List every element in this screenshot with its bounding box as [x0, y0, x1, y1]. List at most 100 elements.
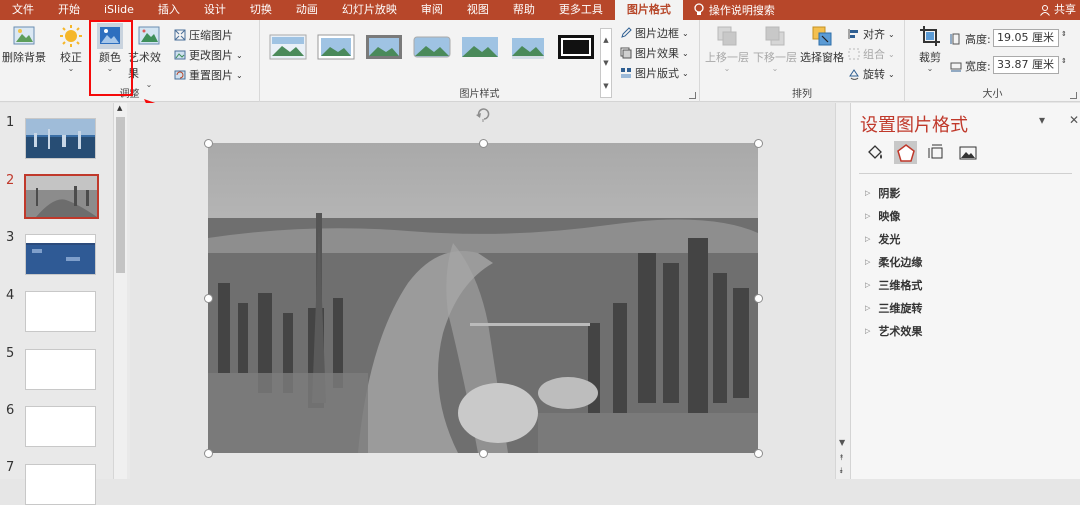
- rotate-button[interactable]: 旋转 ⌄: [848, 66, 895, 82]
- picture-style-6[interactable]: [508, 32, 548, 62]
- picture-style-4[interactable]: [412, 32, 452, 62]
- picture-tab[interactable]: [956, 141, 979, 164]
- change-picture-button[interactable]: 更改图片 ⌄: [174, 47, 243, 63]
- slide-canvas[interactable]: [130, 103, 835, 479]
- tab-file[interactable]: 文件: [0, 0, 46, 20]
- rotate-handle-icon[interactable]: [475, 106, 491, 122]
- resize-handle-se[interactable]: [754, 449, 763, 458]
- height-spinner[interactable]: ⇕: [1061, 30, 1067, 38]
- slide-thumbnail-1[interactable]: [25, 118, 96, 159]
- 3d-format-section[interactable]: ▷ 三维格式: [865, 277, 922, 293]
- tab-review[interactable]: 审阅: [409, 0, 455, 20]
- picture-layout-button[interactable]: 图片版式 ⌄: [620, 65, 689, 81]
- close-icon[interactable]: ✕: [1069, 113, 1079, 127]
- tab-picture-format[interactable]: 图片格式: [614, 0, 683, 20]
- 3d-rotation-section[interactable]: ▷ 三维旋转: [865, 300, 922, 316]
- picture-layout-icon: [621, 68, 631, 78]
- group-button[interactable]: 组合 ⌄: [848, 46, 895, 62]
- picture-style-5[interactable]: [460, 32, 500, 62]
- reset-picture-button[interactable]: 重置图片 ⌄: [174, 67, 243, 83]
- shadow-section[interactable]: ▷ 阴影: [865, 185, 900, 201]
- picture-styles-group-label: 图片样式: [459, 89, 500, 100]
- width-spinner[interactable]: ⇕: [1061, 57, 1067, 65]
- size-properties-tab[interactable]: [925, 141, 948, 164]
- size-dialog-launcher[interactable]: [1070, 92, 1077, 99]
- color-highlight-box: [89, 20, 133, 96]
- picture-style-7[interactable]: [556, 32, 596, 62]
- glow-section[interactable]: ▷ 发光: [865, 231, 900, 247]
- align-button[interactable]: 对齐 ⌄: [848, 26, 895, 42]
- width-icon: [950, 62, 962, 72]
- format-picture-pane: 设置图片格式 ▾ ✕ ▷ 阴影 ▷ 映像 ▷ 发光 ▷ 柔化边缘 ▷ 三维格式 ▷ 三维旋转…: [850, 103, 1080, 479]
- resize-handle-s[interactable]: [479, 449, 488, 458]
- compress-pictures-button[interactable]: 压缩图片: [174, 27, 233, 43]
- tab-help[interactable]: 帮助: [501, 0, 547, 20]
- tab-slideshow[interactable]: 幻灯片放映: [330, 0, 409, 20]
- picture-style-3[interactable]: [364, 32, 404, 62]
- scroll-down-icon[interactable]: ▼: [839, 438, 845, 447]
- picture-styles-dialog-launcher[interactable]: [689, 92, 696, 99]
- remove-background-button[interactable]: 删除背景: [2, 23, 46, 65]
- slide-number: 7: [6, 460, 15, 475]
- resize-handle-e[interactable]: [754, 294, 763, 303]
- picture-style-1[interactable]: [268, 32, 308, 62]
- tab-islide[interactable]: iSlide: [92, 0, 146, 20]
- tab-home[interactable]: 开始: [46, 0, 92, 20]
- slide-thumbnail-6[interactable]: [25, 406, 96, 447]
- next-slide-icon[interactable]: ⯯: [839, 466, 844, 476]
- slide-thumbnail-7[interactable]: [25, 464, 96, 505]
- effects-tab[interactable]: [894, 141, 917, 164]
- soft-edges-section[interactable]: ▷ 柔化边缘: [865, 254, 922, 270]
- send-backward-button[interactable]: 下移一层 ⌄: [752, 23, 798, 73]
- tab-design[interactable]: 设计: [192, 0, 238, 20]
- share-button[interactable]: 共享: [1039, 0, 1076, 20]
- pane-options-icon[interactable]: ▾: [1039, 113, 1045, 127]
- pentagon-icon: [896, 143, 915, 162]
- slide-thumbnail-5[interactable]: [25, 349, 96, 390]
- fill-line-tab[interactable]: [863, 141, 886, 164]
- resize-handle-sw[interactable]: [204, 449, 213, 458]
- corrections-button[interactable]: 校正 ⌄: [54, 23, 88, 73]
- canvas-scrollbar[interactable]: ▼ ⯭ ⯯: [835, 103, 850, 479]
- expand-icon: ▷: [865, 212, 871, 220]
- artistic-effects-button[interactable]: 艺术效果 ⌄: [128, 23, 170, 89]
- city-photo[interactable]: [208, 143, 758, 453]
- glow-label: 发光: [878, 233, 901, 246]
- resize-handle-w[interactable]: [204, 294, 213, 303]
- bring-forward-button[interactable]: 上移一层 ⌄: [704, 23, 750, 73]
- height-input[interactable]: 19.05 厘米: [993, 29, 1059, 47]
- slide-thumbnail-2[interactable]: [24, 174, 99, 219]
- scrollbar-thumb[interactable]: [116, 117, 125, 273]
- artistic-effects-section[interactable]: ▷ 艺术效果: [865, 323, 922, 339]
- tab-more-tools[interactable]: 更多工具: [547, 0, 615, 20]
- tab-insert[interactable]: 插入: [146, 0, 192, 20]
- chevron-down-icon: ⌄: [888, 29, 895, 39]
- slide-thumbnail-3[interactable]: [25, 234, 96, 275]
- resize-handle-n[interactable]: [479, 139, 488, 148]
- selection-pane-button[interactable]: 选择窗格: [799, 23, 845, 65]
- crop-button[interactable]: 裁剪 ⌄: [913, 23, 947, 73]
- scroll-up-icon[interactable]: ▲: [117, 104, 122, 112]
- pencil-icon: [621, 27, 632, 38]
- width-input[interactable]: 33.87 厘米: [993, 56, 1059, 74]
- thumbnail-scrollbar[interactable]: ▲: [113, 103, 127, 479]
- tab-view[interactable]: 视图: [455, 0, 501, 20]
- previous-slide-icon[interactable]: ⯭: [839, 453, 844, 463]
- reflection-section[interactable]: ▷ 映像: [865, 208, 900, 224]
- picture-style-2[interactable]: [316, 32, 356, 62]
- tab-transitions[interactable]: 切换: [238, 0, 284, 20]
- resize-handle-ne[interactable]: [754, 139, 763, 148]
- picture-effects-button[interactable]: 图片效果 ⌄: [620, 45, 689, 61]
- share-label: 共享: [1054, 3, 1076, 16]
- tab-animations[interactable]: 动画: [284, 0, 330, 20]
- scroll-up-icon[interactable]: ▲: [603, 36, 608, 44]
- slide-thumbnail-4[interactable]: [25, 291, 96, 332]
- artistic-effects-label: 艺术效果: [128, 51, 161, 80]
- paint-bucket-icon: [867, 144, 882, 159]
- picture-border-button[interactable]: 图片边框 ⌄: [620, 25, 689, 41]
- chevron-down-icon: ⌄: [682, 48, 689, 58]
- scroll-down-icon[interactable]: ▼: [603, 59, 608, 67]
- tell-me-search[interactable]: 操作说明搜索: [693, 2, 775, 18]
- chevron-down-icon: ⌄: [682, 68, 689, 78]
- resize-handle-nw[interactable]: [204, 139, 213, 148]
